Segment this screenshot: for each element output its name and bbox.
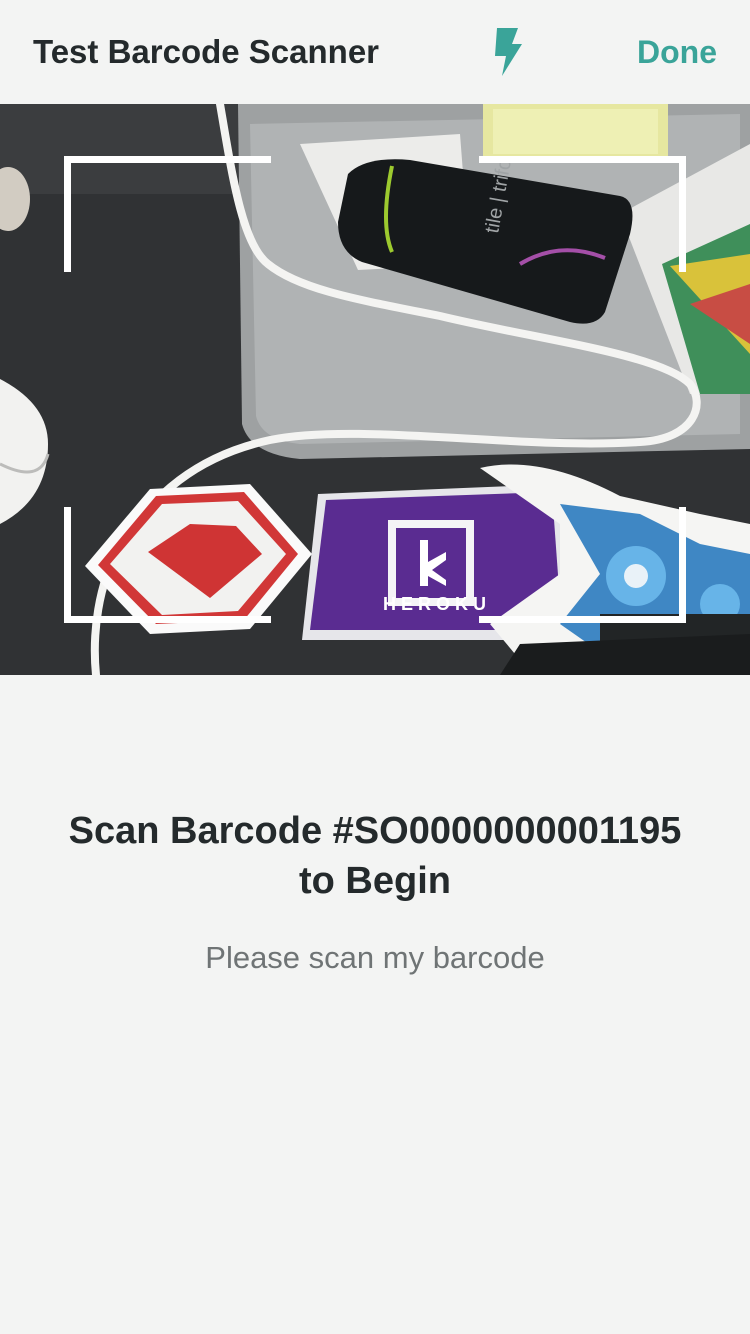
camera-viewfinder[interactable]: tile | trifo HEROKU — [0, 104, 750, 675]
scan-frame-corner-bottom-left — [64, 507, 271, 623]
done-button[interactable]: Done — [637, 30, 717, 74]
page-title: Test Barcode Scanner — [33, 33, 380, 70]
scan-subtext: Please scan my barcode — [205, 940, 545, 975]
heroku-sticker-text: HEROKU — [383, 594, 491, 614]
scan-frame-corner-bottom-right — [479, 507, 686, 623]
navigation-bar: Test Barcode Scanner Done — [0, 0, 750, 104]
scan-instructions: Scan Barcode #SO0000000001195 to Begin P… — [0, 806, 750, 978]
flash-icon[interactable] — [488, 26, 528, 78]
scan-frame-corner-top-left — [64, 156, 271, 272]
scan-frame-corner-top-right — [479, 156, 686, 272]
scan-heading: Scan Barcode #SO0000000001195 to Begin — [68, 810, 682, 902]
